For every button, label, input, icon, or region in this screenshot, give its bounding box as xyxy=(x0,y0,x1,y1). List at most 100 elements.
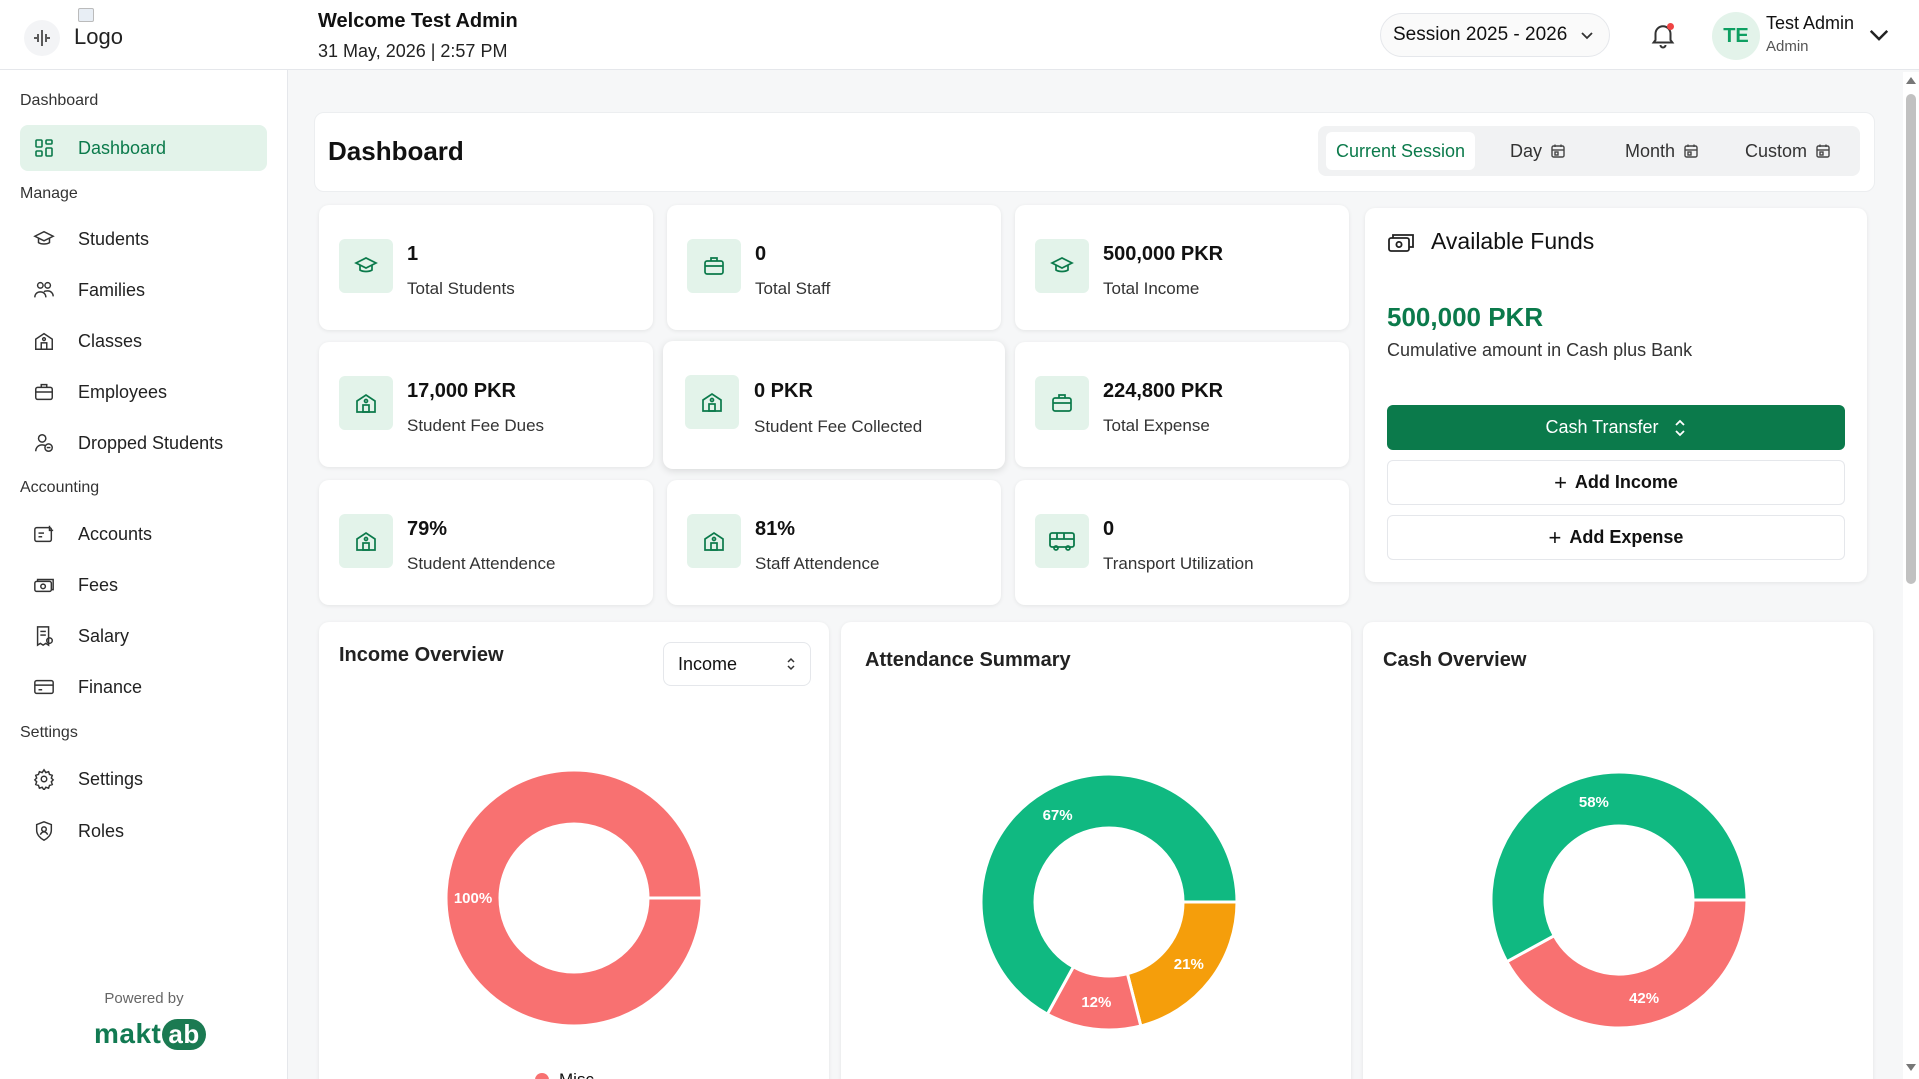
sidebar-item-salary[interactable]: Salary xyxy=(20,613,267,659)
add-expense-button[interactable]: + Add Expense xyxy=(1387,515,1845,560)
tab-label: Month xyxy=(1625,140,1676,161)
button-label: Cash Transfer xyxy=(1545,417,1659,437)
scrollbar-thumb[interactable] xyxy=(1906,94,1916,584)
sidebar-item-label: Employees xyxy=(78,381,168,402)
funds-description: Cumulative amount in Cash plus Bank xyxy=(1387,340,1693,360)
calendar-icon xyxy=(1551,144,1565,158)
user-info[interactable]: Test Admin Admin xyxy=(1766,13,1854,55)
school-icon xyxy=(32,329,56,353)
tab-month[interactable]: Month xyxy=(1625,132,1699,170)
stat-label: Student Fee Collected xyxy=(754,417,923,436)
sidebar-item-employees[interactable]: Employees xyxy=(20,369,267,415)
scroll-down-arrow[interactable] xyxy=(1906,1064,1916,1071)
add-income-button[interactable]: + Add Income xyxy=(1387,460,1845,505)
page-scrollbar[interactable] xyxy=(1903,72,1919,1079)
chevron-down-icon xyxy=(1581,32,1593,40)
stat-label: Student Fee Dues xyxy=(407,416,545,435)
chart-legend: Misc xyxy=(535,1070,594,1079)
powered-by-text: Powered by xyxy=(104,990,184,1007)
slice-label: 58% xyxy=(1579,794,1609,811)
money-stack-icon xyxy=(1387,230,1415,254)
date-filter-tabs: Current Session Day Month Custom xyxy=(1318,126,1860,176)
broken-image-icon xyxy=(78,8,94,22)
ledger-icon xyxy=(32,522,56,546)
tab-custom[interactable]: Custom xyxy=(1745,132,1831,170)
graduation-cap-icon xyxy=(1035,239,1089,293)
sidebar-item-dropped-students[interactable]: Dropped Students xyxy=(20,420,267,466)
sidebar-item-label: Dropped Students xyxy=(78,432,224,453)
income-type-select[interactable]: Income xyxy=(663,642,811,686)
sidebar-item-label: Families xyxy=(78,279,146,300)
stat-value: 500,000 PKR xyxy=(1103,243,1224,265)
user-menu-chevron-icon[interactable] xyxy=(1868,24,1890,46)
sidebar-item-finance[interactable]: Finance xyxy=(20,664,267,710)
sidebar-item-label: Dashboard xyxy=(78,137,167,158)
avatar[interactable]: TE xyxy=(1712,12,1760,60)
stat-card-staff-attendance[interactable]: 81% Staff Attendence xyxy=(667,480,1001,605)
school-icon xyxy=(685,375,739,429)
brand-text-b: ab xyxy=(162,1018,206,1050)
sidebar-item-dashboard[interactable]: Dashboard xyxy=(20,125,267,171)
user-role: Admin xyxy=(1766,38,1809,55)
sidebar-item-label: Students xyxy=(78,228,150,249)
sidebar-item-label: Finance xyxy=(78,676,143,697)
logo[interactable]: Logo xyxy=(74,8,123,50)
sidebar-item-students[interactable]: Students xyxy=(20,216,267,262)
banknote-icon xyxy=(32,573,56,597)
stat-card-total-income[interactable]: 500,000 PKR Total Income xyxy=(1015,205,1349,330)
stat-card-transport-utilization[interactable]: 0 Transport Utilization xyxy=(1015,480,1349,605)
stat-card-student-fee-dues[interactable]: 17,000 PKR Student Fee Dues xyxy=(319,342,653,467)
shield-user-icon xyxy=(32,819,56,843)
chevrons-up-down-icon xyxy=(787,657,795,671)
stat-card-total-staff[interactable]: 0 Total Staff xyxy=(667,205,1001,330)
notifications-button[interactable] xyxy=(1648,20,1678,50)
calendar-icon xyxy=(1684,144,1698,158)
available-funds-card: Available Funds 500,000 PKR Cumulative a… xyxy=(1365,208,1867,582)
tab-current-session[interactable]: Current Session xyxy=(1326,132,1476,170)
stat-value: 0 PKR xyxy=(754,380,813,402)
stat-card-total-students[interactable]: 1 Total Students xyxy=(319,205,653,330)
stat-label: Total Income xyxy=(1103,279,1200,298)
stat-card-student-fee-collected[interactable]: 0 PKR Student Fee Collected xyxy=(663,341,1005,469)
sidebar-item-families[interactable]: Families xyxy=(20,267,267,313)
sidebar-section-manage: Manage xyxy=(20,185,78,202)
stat-card-student-attendance[interactable]: 79% Student Attendence xyxy=(319,480,653,605)
sidebar-toggle-button[interactable] xyxy=(24,20,60,56)
panel-title: Cash Overview xyxy=(1383,649,1527,671)
legend-swatch xyxy=(535,1073,549,1079)
stat-card-total-expense[interactable]: 224,800 PKR Total Expense xyxy=(1015,342,1349,467)
maktab-logo[interactable]: makt ab xyxy=(94,1018,206,1050)
welcome-block: Welcome Test Admin 31 May, 2026 | 2:57 P… xyxy=(318,10,518,62)
briefcase-icon xyxy=(32,380,56,404)
stat-label: Transport Utilization xyxy=(1103,554,1254,573)
sidebar-item-settings[interactable]: Settings xyxy=(20,756,267,802)
scroll-up-arrow[interactable] xyxy=(1906,77,1916,84)
stat-label: Total Expense xyxy=(1103,416,1210,435)
sidebar-item-accounts[interactable]: Accounts xyxy=(20,511,267,557)
tab-day[interactable]: Day xyxy=(1510,132,1566,170)
slice-label: 42% xyxy=(1629,990,1659,1007)
session-label: Session 2025 - 2026 xyxy=(1393,24,1568,45)
slice-label: 12% xyxy=(1081,994,1111,1011)
page-title: Dashboard xyxy=(328,136,464,166)
sidebar-item-roles[interactable]: Roles xyxy=(20,808,267,854)
sidebar-section-dashboard: Dashboard xyxy=(20,92,99,109)
bus-icon xyxy=(1035,514,1089,568)
sidebar-item-fees[interactable]: Fees xyxy=(20,562,267,608)
button-label: Add Income xyxy=(1574,472,1678,492)
sidebar-item-label: Salary xyxy=(78,625,130,646)
credit-card-icon xyxy=(32,675,56,699)
calendar-icon xyxy=(1816,144,1830,158)
slice-label: 21% xyxy=(1174,956,1204,973)
sidebar-item-label: Classes xyxy=(78,330,143,351)
sidebar-item-label: Settings xyxy=(78,768,144,789)
session-select[interactable]: Session 2025 - 2026 xyxy=(1380,13,1610,57)
sidebar-item-label: Roles xyxy=(78,820,125,841)
income-overview-panel: Income Overview Income 100% Misc xyxy=(319,622,829,1079)
cash-transfer-button[interactable]: Cash Transfer xyxy=(1387,405,1845,450)
stat-value: 1 xyxy=(407,243,419,265)
school-icon xyxy=(687,514,741,568)
stat-value: 17,000 PKR xyxy=(407,380,516,402)
school-icon xyxy=(339,514,393,568)
sidebar-item-classes[interactable]: Classes xyxy=(20,318,267,364)
